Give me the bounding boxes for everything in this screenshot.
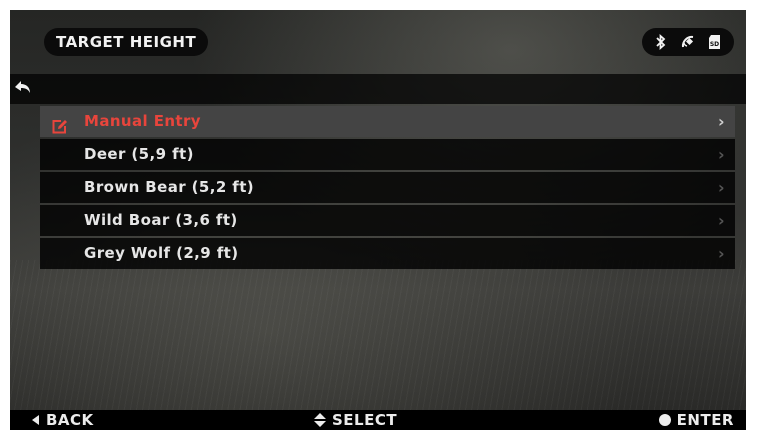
footer-hints: BACK SELECT ENTER [10, 410, 746, 430]
up-down-arrow-icon [314, 413, 326, 427]
target-height-menu: Manual Entry › Deer (5,9 ft) › Brown Bea… [40, 106, 735, 271]
footer-enter[interactable]: ENTER [658, 410, 734, 430]
menu-item-label: Deer (5,9 ft) [84, 145, 194, 163]
sd-card-label: SD [710, 41, 719, 48]
satellite-icon [680, 34, 696, 50]
footer-select[interactable]: SELECT [314, 410, 397, 430]
chevron-right-icon: › [718, 211, 725, 230]
circle-button-icon [658, 414, 671, 426]
menu-item-label: Grey Wolf (2,9 ft) [84, 244, 239, 262]
menu-item-grey-wolf[interactable]: Grey Wolf (2,9 ft) › [40, 238, 735, 269]
chevron-right-icon: › [718, 178, 725, 197]
bluetooth-icon [654, 34, 668, 50]
menu-item-manual-entry[interactable]: Manual Entry › [40, 106, 735, 137]
footer-select-label: SELECT [332, 411, 398, 429]
footer-bar: BACK SELECT ENTER [0, 410, 770, 430]
footer-back[interactable]: BACK [32, 410, 94, 430]
page-title: TARGET HEIGHT [44, 28, 209, 56]
status-bar: SD [642, 28, 734, 56]
viewfinder-screen: TARGET HEIGHT SD Manual Entry › Deer (5,… [10, 10, 746, 410]
menu-item-deer[interactable]: Deer (5,9 ft) › [40, 139, 735, 170]
sd-card-icon: SD [708, 34, 722, 50]
footer-enter-label: ENTER [676, 411, 734, 429]
menu-item-label: Wild Boar (3,6 ft) [84, 211, 238, 229]
back-arrow-icon[interactable] [14, 80, 32, 100]
nav-bar [10, 74, 746, 104]
menu-item-wild-boar[interactable]: Wild Boar (3,6 ft) › [40, 205, 735, 236]
menu-item-label: Manual Entry [84, 112, 201, 130]
chevron-right-icon: › [718, 112, 725, 131]
footer-back-label: BACK [46, 411, 94, 429]
chevron-right-icon: › [718, 145, 725, 164]
menu-item-brown-bear[interactable]: Brown Bear (5,2 ft) › [40, 172, 735, 203]
triangle-left-icon [32, 415, 39, 425]
chevron-right-icon: › [718, 244, 725, 263]
menu-item-label: Brown Bear (5,2 ft) [84, 178, 255, 196]
